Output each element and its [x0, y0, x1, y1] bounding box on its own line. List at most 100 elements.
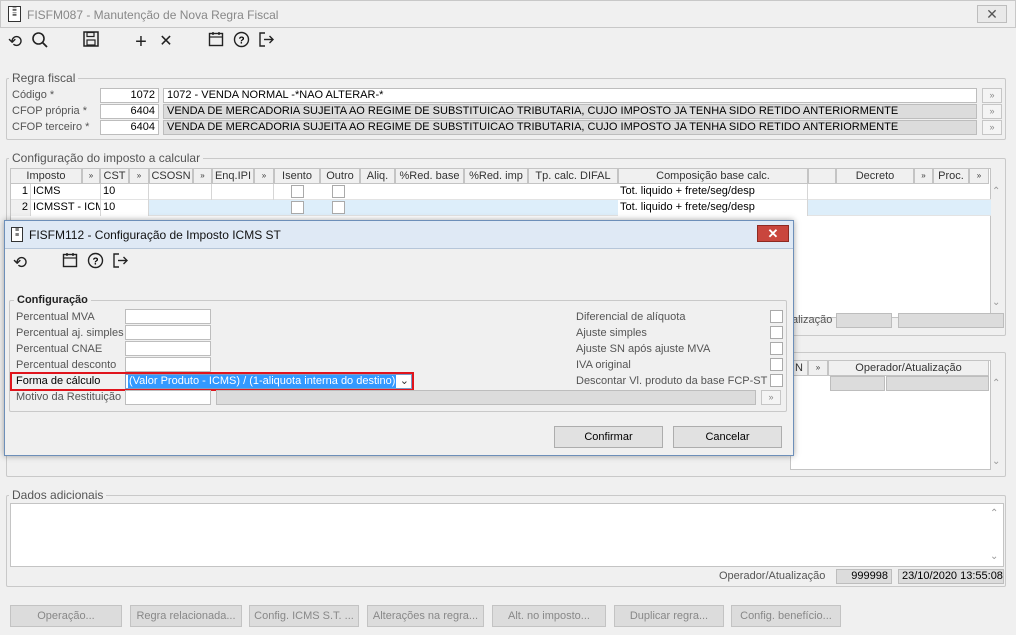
save-icon[interactable]	[80, 31, 102, 53]
forma-calculo-label: Forma de cálculo	[16, 375, 101, 387]
forma-calculo-select[interactable]: (Valor Produto - ICMS) / (1-aliquota int…	[125, 374, 412, 389]
percentual-aj-simples-field[interactable]	[125, 325, 211, 340]
regra-relacionada-button[interactable]: Regra relacionada...	[130, 605, 242, 627]
descontar-label: Descontar Vl. produto da base FCP-ST	[576, 375, 768, 387]
regra-fiscal-legend: Regra fiscal	[9, 71, 79, 85]
calendar-icon[interactable]	[59, 252, 81, 274]
operacao-button[interactable]: Operação...	[10, 605, 122, 627]
svg-text:?: ?	[238, 36, 244, 47]
codigo-description[interactable]: 1072 - VENDA NORMAL -*NAO ALTERAR-*	[163, 88, 977, 103]
col-blank[interactable]	[808, 168, 836, 184]
scroll-up-icon[interactable]: ⌃	[992, 186, 1000, 197]
forma-calculo-value: (Valor Produto - ICMS) / (1-aliquota int…	[128, 375, 397, 388]
col-proc[interactable]: Proc.	[933, 168, 969, 184]
col-csosn-lookup[interactable]: »	[193, 168, 212, 184]
help-icon[interactable]: ?	[84, 252, 106, 274]
alteracoes-regra-button[interactable]: Alterações na regra...	[367, 605, 484, 627]
col-csosn[interactable]: CSOSN	[149, 168, 193, 184]
configuracao-imposto-legend: Configuração do imposto a calcular	[9, 151, 204, 165]
lookup-motivo-icon[interactable]: »	[761, 390, 781, 405]
col-enq-ipi-lookup[interactable]: »	[254, 168, 274, 184]
table-row[interactable]: 1 ICMS 10 Tot. liquido + frete/seg/desp	[11, 184, 991, 200]
operador-atualizacao-label: Operador/Atualização	[719, 570, 826, 582]
lookup-cfop-terceiro-icon[interactable]: »	[982, 120, 1002, 135]
col-decreto-lookup[interactable]: »	[914, 168, 933, 184]
close-icon[interactable]: ✕	[977, 5, 1007, 23]
scroll-up-icon[interactable]: ⌃	[992, 378, 1000, 389]
descontar-checkbox[interactable]	[770, 374, 783, 387]
col-red-base[interactable]: %Red. base	[395, 168, 464, 184]
refresh-icon[interactable]: ⟲	[4, 31, 26, 53]
help-icon[interactable]: ?	[230, 31, 252, 53]
motivo-restituicao-field[interactable]	[125, 390, 211, 405]
search-icon[interactable]	[29, 31, 51, 53]
config-icms-st-button[interactable]: Config. ICMS S.T. ...	[249, 605, 359, 627]
percentual-desconto-label: Percentual desconto	[16, 359, 117, 371]
diferencial-aliquota-label: Diferencial de alíquota	[576, 311, 686, 323]
delete-icon[interactable]: ✕	[155, 31, 177, 53]
calendar-icon[interactable]	[205, 31, 227, 53]
row-imposto: ICMS	[31, 184, 101, 200]
percentual-mva-field[interactable]	[125, 309, 211, 324]
col-cst[interactable]: CST	[100, 168, 129, 184]
cancelar-button[interactable]: Cancelar	[673, 426, 782, 448]
row-enq-ipi	[212, 184, 274, 200]
scroll-up-icon[interactable]: ⌃	[990, 508, 998, 519]
alt-imposto-button[interactable]: Alt. no imposto...	[492, 605, 606, 627]
col-red-imp[interactable]: %Red. imp	[464, 168, 528, 184]
exit-icon[interactable]	[109, 252, 131, 274]
diferencial-aliquota-checkbox[interactable]	[770, 310, 783, 323]
operador-atualizacao-partial-label: alização	[792, 314, 833, 326]
add-icon[interactable]: +	[130, 31, 152, 53]
scroll-down-icon[interactable]: ⌄	[990, 551, 998, 562]
col-imposto-lookup[interactable]: »	[82, 168, 100, 184]
col-proc-lookup[interactable]: »	[969, 168, 989, 184]
cfop-terceiro-field[interactable]: 6404	[100, 120, 159, 135]
isento-checkbox[interactable]	[291, 201, 304, 214]
table-row[interactable]: 2 ICMSST - ICMS 10 Tot. liquido + frete/…	[11, 200, 991, 216]
col-enq-ipi[interactable]: Enq.IPI	[212, 168, 254, 184]
row-composicao: Tot. liquido + frete/seg/desp	[618, 184, 808, 200]
cfop-propria-description: VENDA DE MERCADORIA SUJEITA AO REGIME DE…	[163, 104, 977, 119]
exit-icon[interactable]	[255, 31, 277, 53]
close-icon[interactable]: ✕	[757, 225, 789, 242]
icms-st-dialog: ≡ ≡ FISFM112 - Configuração de Imposto IC…	[4, 220, 794, 456]
col-tp-calc-difal[interactable]: Tp. calc. DIFAL	[528, 168, 618, 184]
confirmar-button[interactable]: Confirmar	[554, 426, 663, 448]
dados-adicionais-textarea[interactable]	[10, 503, 1004, 567]
document-icon: ≡ ≡	[11, 227, 23, 242]
row-imposto: ICMSST - ICMS	[31, 200, 101, 216]
lookup-codigo-icon[interactable]: »	[982, 88, 1002, 103]
iva-original-checkbox[interactable]	[770, 358, 783, 371]
percentual-cnae-field[interactable]	[125, 341, 211, 356]
scroll-down-icon[interactable]: ⌄	[992, 456, 1000, 467]
col-outro[interactable]: Outro	[320, 168, 360, 184]
col-cst-lookup[interactable]: »	[129, 168, 149, 184]
row-number: 1	[11, 184, 31, 200]
col-imposto[interactable]: Imposto	[10, 168, 82, 184]
scroll-down-icon[interactable]: ⌄	[992, 297, 1000, 308]
codigo-field[interactable]: 1072	[100, 88, 159, 103]
duplicar-regra-button[interactable]: Duplicar regra...	[614, 605, 724, 627]
cfop-propria-field[interactable]: 6404	[100, 104, 159, 119]
percentual-desconto-field[interactable]	[125, 357, 211, 372]
refresh-icon[interactable]: ⟲	[9, 252, 31, 274]
window-titlebar: ≡ ≡ FISFM087 - Manutenção de Nova Regra F…	[0, 0, 1016, 28]
outro-checkbox[interactable]	[332, 185, 345, 198]
col-aliq[interactable]: Aliq.	[360, 168, 395, 184]
col-isento[interactable]: Isento	[274, 168, 320, 184]
atualizacao-field: 23/10/2020 13:55:08	[898, 569, 1004, 584]
operador-field: 999998	[836, 569, 892, 584]
col-composicao[interactable]: Composição base calc.	[618, 168, 808, 184]
outro-checkbox[interactable]	[332, 201, 345, 214]
chevron-down-icon[interactable]: ⌄	[400, 375, 409, 388]
col-n-lookup[interactable]: »	[808, 360, 828, 376]
ajuste-simples-checkbox[interactable]	[770, 326, 783, 339]
isento-checkbox[interactable]	[291, 185, 304, 198]
col-operador-atualizacao[interactable]: Operador/Atualização	[828, 360, 989, 376]
cfop-terceiro-label: CFOP terceiro *	[12, 121, 90, 133]
lookup-cfop-propria-icon[interactable]: »	[982, 104, 1002, 119]
config-beneficio-button[interactable]: Config. benefício...	[731, 605, 841, 627]
col-decreto[interactable]: Decreto	[836, 168, 914, 184]
ajuste-sn-checkbox[interactable]	[770, 342, 783, 355]
